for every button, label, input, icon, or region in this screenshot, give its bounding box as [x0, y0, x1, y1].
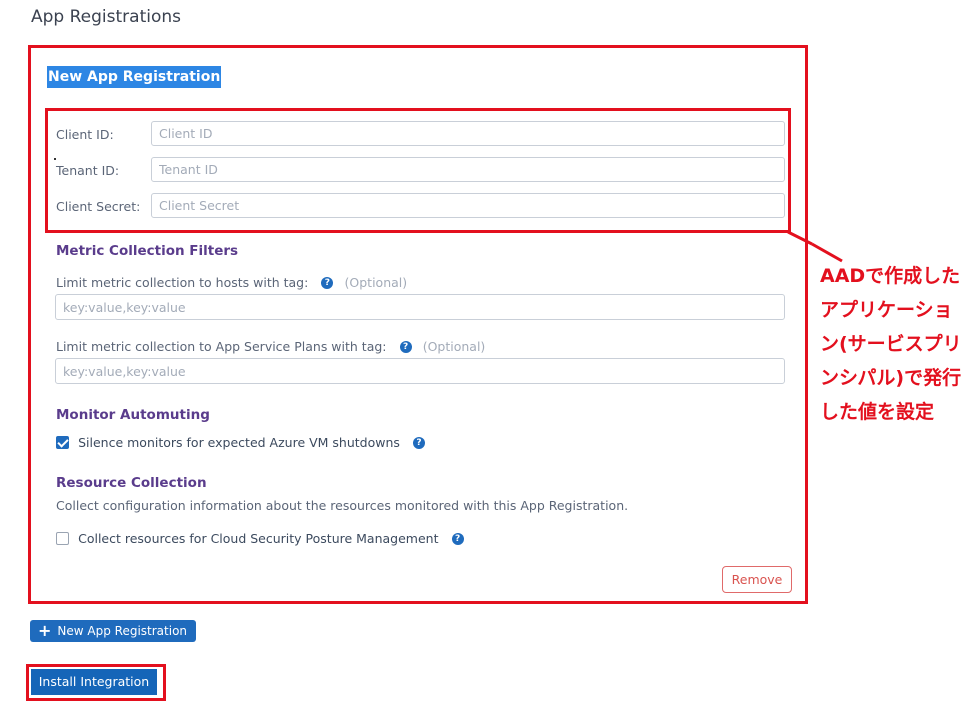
- new-app-registration-label: New App Registration: [57, 624, 188, 638]
- annotation-callout: AADで作成した アプリケーショ ン(サービスプリ ンシパル)で発行 した値を設…: [820, 259, 976, 429]
- annotation-line: アプリケーショ: [820, 299, 953, 321]
- annotation-line: ン(サービスプリ: [820, 333, 962, 355]
- highlight-box-install: [26, 664, 166, 701]
- plus-icon: +: [38, 621, 52, 640]
- annotation-line: AADで作成した: [820, 265, 961, 287]
- new-app-registration-button[interactable]: + New App Registration: [30, 620, 197, 642]
- annotation-line: ンシパル)で発行: [820, 367, 962, 389]
- page-title: App Registrations: [31, 7, 181, 27]
- annotation-line: した値を設定: [820, 401, 935, 423]
- highlight-box-credentials: [45, 108, 791, 233]
